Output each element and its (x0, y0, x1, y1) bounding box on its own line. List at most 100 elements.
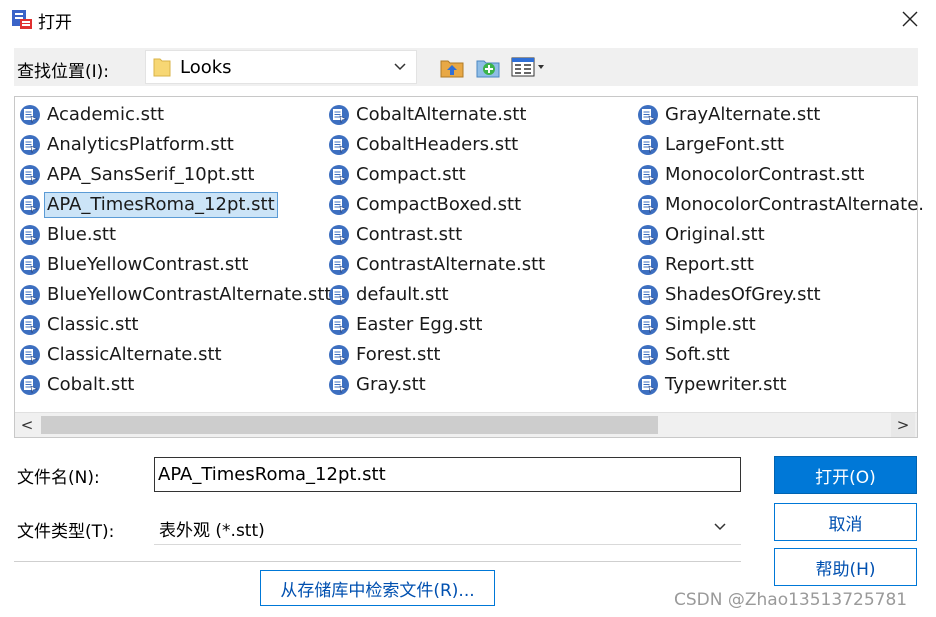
new-folder-button[interactable] (474, 54, 502, 80)
file-item[interactable]: Easter Egg.stt (328, 312, 484, 338)
file-item[interactable]: Academic.stt (19, 102, 166, 128)
stt-file-icon (329, 195, 349, 215)
file-item[interactable]: Soft.stt (637, 342, 732, 368)
stt-file-icon (20, 225, 40, 245)
file-name: Academic.stt (47, 104, 165, 125)
retrieve-from-repository-button[interactable]: 从存储库中检索文件(R)... (260, 570, 495, 606)
file-name: Compact.stt (356, 164, 466, 185)
file-item[interactable]: ShadesOfGrey.stt (637, 282, 823, 308)
file-item[interactable]: Contrast.stt (328, 222, 464, 248)
file-name: LargeFont.stt (665, 134, 785, 155)
chevron-left-icon: < (20, 416, 34, 434)
file-name: Simple.stt (665, 314, 756, 335)
file-name: Gray.stt (356, 374, 426, 395)
app-icon (12, 10, 32, 29)
file-name: Soft.stt (665, 344, 730, 365)
stt-file-icon (329, 285, 349, 305)
file-name: ShadesOfGrey.stt (665, 284, 821, 305)
file-name: GrayAlternate.stt (665, 104, 821, 125)
close-icon (902, 11, 918, 27)
cancel-button[interactable]: 取消 (774, 503, 917, 541)
help-button[interactable]: 帮助(H) (774, 548, 917, 586)
stt-file-icon (329, 345, 349, 365)
filename-input[interactable] (154, 457, 741, 492)
stt-file-icon (329, 135, 349, 155)
file-item[interactable]: CompactBoxed.stt (328, 192, 523, 218)
file-item[interactable]: BlueYellowContrast.stt (19, 252, 250, 278)
file-item[interactable]: Cobalt.stt (19, 372, 136, 398)
scroll-right-button[interactable]: > (891, 413, 915, 437)
up-folder-button[interactable] (438, 54, 466, 80)
file-item[interactable]: Forest.stt (328, 342, 442, 368)
file-name: BlueYellowContrast.stt (47, 254, 249, 275)
chevron-down-icon (710, 517, 730, 537)
file-name: Forest.stt (356, 344, 441, 365)
file-name: Contrast.stt (356, 224, 463, 245)
stt-file-icon (638, 375, 658, 395)
file-item[interactable]: Typewriter.stt (637, 372, 789, 398)
file-name: Original.stt (665, 224, 765, 245)
file-item[interactable]: ClassicAlternate.stt (19, 342, 224, 368)
file-name: APA_SansSerif_10pt.stt (47, 164, 255, 185)
file-item[interactable]: AnalyticsPlatform.stt (19, 132, 236, 158)
stt-file-icon (329, 315, 349, 335)
window-title: 打开 (38, 13, 72, 33)
file-item[interactable]: Original.stt (637, 222, 767, 248)
file-item[interactable]: GrayAlternate.stt (637, 102, 822, 128)
filetype-label: 文件类型(T): (17, 522, 115, 542)
file-item[interactable]: Classic.stt (19, 312, 140, 338)
stt-file-icon (20, 315, 40, 335)
file-name: Cobalt.stt (47, 374, 135, 395)
file-name: APA_TimesRoma_12pt.stt (44, 192, 278, 218)
lookin-label: 查找位置(I): (17, 62, 110, 82)
file-item[interactable]: Compact.stt (328, 162, 468, 188)
file-list[interactable]: Academic.stt AnalyticsPlatform.stt APA_San… (14, 96, 924, 438)
filename-label: 文件名(N): (17, 468, 100, 488)
open-button[interactable]: 打开(O) (774, 456, 917, 494)
watermark: CSDN @Zhao13513725781 (674, 590, 908, 610)
file-item[interactable]: APA_SansSerif_10pt.stt (19, 162, 256, 188)
file-item[interactable]: CobaltAlternate.stt (328, 102, 528, 128)
stt-file-icon (329, 165, 349, 185)
horizontal-scrollbar[interactable]: < > (15, 412, 917, 437)
file-item[interactable]: Blue.stt (19, 222, 118, 248)
chevron-right-icon: > (896, 416, 910, 434)
stt-file-icon (638, 105, 658, 125)
file-name: MonocolorContrast.stt (665, 164, 865, 185)
scroll-thumb[interactable] (41, 416, 658, 434)
stt-file-icon (638, 135, 658, 155)
file-item[interactable]: Report.stt (637, 252, 756, 278)
stt-file-icon (638, 165, 658, 185)
file-name: ClassicAlternate.stt (47, 344, 222, 365)
file-item[interactable]: Simple.stt (637, 312, 758, 338)
view-menu-button[interactable] (510, 54, 548, 80)
filetype-value: 表外观 (*.stt) (159, 521, 265, 541)
file-item[interactable]: LargeFont.stt (637, 132, 786, 158)
chevron-down-icon (390, 57, 410, 77)
stt-file-icon (20, 105, 40, 125)
file-name: CompactBoxed.stt (356, 194, 522, 215)
file-item[interactable]: APA_TimesRoma_12pt.stt (19, 192, 278, 218)
scroll-left-button[interactable]: < (15, 413, 39, 437)
file-item[interactable]: ContrastAlternate.stt (328, 252, 547, 278)
filetype-dropdown[interactable]: 表外观 (*.stt) (154, 509, 741, 545)
stt-file-icon (329, 225, 349, 245)
file-item[interactable]: CobaltHeaders.stt (328, 132, 520, 158)
file-name: Blue.stt (47, 224, 117, 245)
stt-file-icon (638, 195, 658, 215)
folder-icon (153, 58, 171, 77)
file-name: Classic.stt (47, 314, 139, 335)
file-name: CobaltHeaders.stt (356, 134, 519, 155)
file-item[interactable]: BlueYellowContrastAlternate.stt (19, 282, 333, 308)
file-item[interactable]: MonocolorContrastAlternate. (637, 192, 926, 218)
file-item[interactable]: default.stt (328, 282, 451, 308)
stt-file-icon (329, 375, 349, 395)
stt-file-icon (20, 165, 40, 185)
file-name: ContrastAlternate.stt (356, 254, 546, 275)
close-button[interactable] (890, 2, 930, 36)
lookin-dropdown[interactable]: Looks (145, 50, 417, 84)
stt-file-icon (20, 345, 40, 365)
stt-file-icon (20, 285, 40, 305)
file-item[interactable]: Gray.stt (328, 372, 428, 398)
file-item[interactable]: MonocolorContrast.stt (637, 162, 866, 188)
